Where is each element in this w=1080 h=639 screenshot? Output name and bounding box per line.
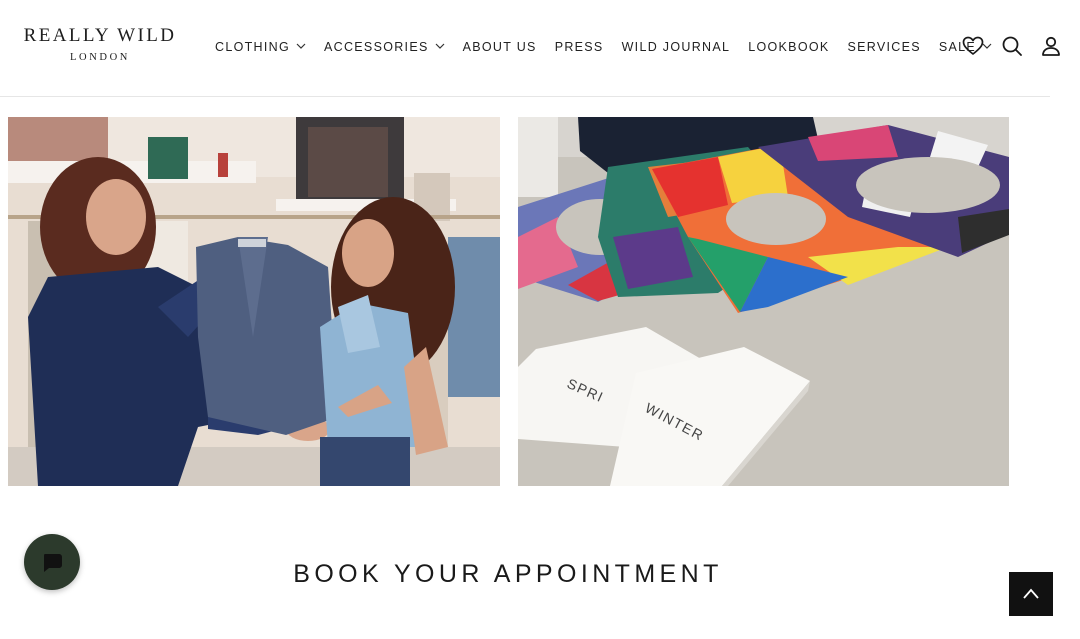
nav-label: ABOUT US xyxy=(462,40,537,54)
nav-label: LOOKBOOK xyxy=(748,40,830,54)
heart-icon xyxy=(962,36,984,55)
nav-item-about-us[interactable]: ABOUT US xyxy=(463,38,537,56)
nav-item-wild-journal[interactable]: WILD JOURNAL xyxy=(622,38,731,56)
chevron-down-icon xyxy=(435,43,445,49)
nav-item-accessories[interactable]: ACCESSORIES xyxy=(324,38,445,56)
wishlist-button[interactable] xyxy=(961,34,985,58)
main-nav: CLOTHING ACCESSORIES ABOUT US PRESS WILD… xyxy=(215,38,1010,56)
nav-item-services[interactable]: SERVICES xyxy=(848,38,921,56)
account-icon xyxy=(1042,36,1060,56)
nav-label: PRESS xyxy=(554,40,604,54)
logo-brand-text: REALLY WILD xyxy=(23,25,177,46)
header-actions xyxy=(961,34,1078,58)
photo-illustration xyxy=(8,117,500,486)
logo-city-text: LONDON xyxy=(70,52,130,63)
nav-label: CLOTHING xyxy=(215,40,290,54)
chat-button[interactable] xyxy=(24,534,80,590)
nav-label: SERVICES xyxy=(847,40,921,54)
nav-label: ACCESSORIES xyxy=(324,40,429,54)
chevron-down-icon xyxy=(296,43,306,49)
account-button[interactable] xyxy=(1039,34,1063,58)
nav-item-press[interactable]: PRESS xyxy=(555,38,604,56)
site-header: REALLY WILD LONDON CLOTHING ACCESSORIES … xyxy=(0,0,1060,97)
brand-logo[interactable]: REALLY WILD LONDON xyxy=(20,25,180,64)
nav-item-clothing[interactable]: CLOTHING xyxy=(215,38,306,56)
back-to-top-button[interactable] xyxy=(1009,572,1053,616)
search-button[interactable] xyxy=(1000,34,1024,58)
colour-analysis-photo: SPRI WINTER xyxy=(518,117,1009,486)
section-title: BOOK YOUR APPOINTMENT xyxy=(293,560,723,588)
search-icon xyxy=(1002,36,1022,56)
chevron-up-icon xyxy=(1023,588,1039,599)
nav-item-lookbook[interactable]: LOOKBOOK xyxy=(748,38,829,56)
chat-bubble-icon xyxy=(44,554,62,572)
photo-illustration: SPRI WINTER xyxy=(518,117,1009,486)
page: REALLY WILD LONDON CLOTHING ACCESSORIES … xyxy=(0,0,1080,639)
styling-consultation-photo xyxy=(8,117,500,486)
nav-label: WILD JOURNAL xyxy=(621,40,731,54)
